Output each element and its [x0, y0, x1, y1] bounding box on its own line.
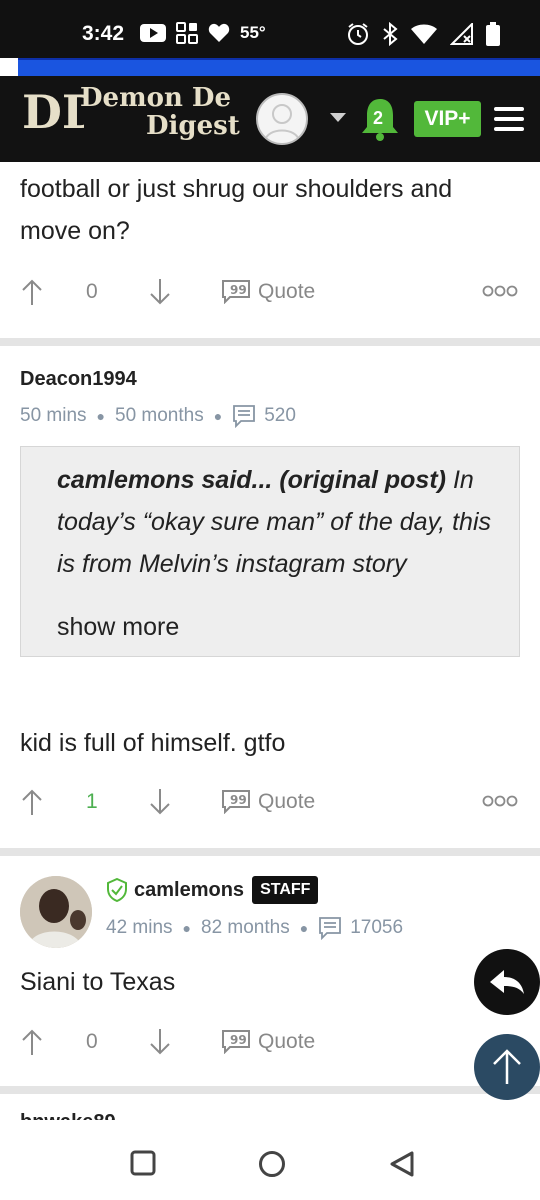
- upvote-arrow-icon[interactable]: [20, 788, 44, 816]
- status-right-icons: [346, 22, 500, 46]
- post-time: 42 mins: [106, 917, 173, 938]
- meta-dot: ●: [96, 408, 105, 424]
- vip-button[interactable]: VIP+: [414, 101, 481, 137]
- meta-dot: ●: [299, 920, 309, 936]
- author-photo-icon: [20, 876, 92, 948]
- status-left-icons: 55°: [140, 22, 266, 44]
- staff-badge: STAFF: [252, 876, 319, 904]
- post-1: football or just shrug our shoulders and…: [0, 162, 540, 338]
- quote-icon[interactable]: 99: [222, 1030, 250, 1054]
- post-author-row: camlemons STAFF: [134, 876, 319, 904]
- show-more-link[interactable]: show more: [57, 585, 491, 656]
- post-3: camlemons STAFF 42 mins ● 82 months ● 17…: [0, 856, 540, 1086]
- notification-count: 2: [373, 108, 384, 128]
- quote-button[interactable]: Quote: [258, 280, 315, 304]
- more-options-icon[interactable]: [482, 284, 518, 298]
- downvote-arrow-icon[interactable]: [148, 278, 172, 306]
- bluetooth-icon: [383, 22, 398, 46]
- post-count: 17056: [350, 917, 404, 938]
- post-body-2: kid is full of himself. gtfo: [20, 729, 286, 757]
- logo-letter-1: DD: [22, 85, 84, 139]
- quote-author[interactable]: camlemons said...: [57, 466, 272, 494]
- posts-count-icon: [319, 917, 342, 940]
- svg-text:99: 99: [230, 793, 247, 807]
- post-separator: [0, 848, 540, 856]
- post-body: football or just shrug our shoulders and…: [20, 175, 453, 245]
- site-name-line2: Digest: [146, 111, 240, 141]
- quote-text: camlemons said... (original post) In tod…: [57, 459, 491, 585]
- quote-icon[interactable]: 99: [222, 280, 250, 304]
- quote-button[interactable]: Quote: [258, 790, 315, 814]
- recent-apps-icon[interactable]: [130, 1150, 156, 1176]
- member-age: 82 months: [201, 917, 290, 938]
- post-actions: 0 99 Quote: [0, 274, 540, 314]
- heart-icon: [208, 23, 230, 42]
- post-count: 520: [264, 405, 296, 426]
- site-logo-mark[interactable]: DD: [20, 84, 84, 152]
- site-logo-text[interactable]: Demon De Digest: [80, 84, 240, 140]
- vote-count: 1: [86, 790, 98, 813]
- meta-dot: ●: [182, 920, 191, 936]
- temperature: 55°: [240, 23, 266, 42]
- post-separator: [0, 338, 540, 346]
- banner-strip: [18, 58, 540, 76]
- banner-edge: [0, 58, 18, 76]
- back-icon[interactable]: [388, 1150, 416, 1178]
- vote-count: 0: [86, 1030, 98, 1053]
- reply-button[interactable]: [474, 949, 540, 1015]
- posts-count-icon: [233, 405, 256, 428]
- vote-count: 0: [86, 280, 98, 303]
- post-body: Siani to Texas: [20, 968, 176, 996]
- downvote-arrow-icon[interactable]: [148, 1028, 172, 1056]
- quote-button[interactable]: Quote: [258, 1030, 315, 1054]
- arrow-up-icon: [493, 1049, 521, 1084]
- quoted-post[interactable]: camlemons said... (original post) In tod…: [20, 446, 520, 657]
- downvote-arrow-icon[interactable]: [148, 788, 172, 816]
- quote-tag: (original post): [279, 466, 446, 494]
- home-icon[interactable]: [258, 1150, 286, 1178]
- post-2: Deacon1994 50 mins ● 50 months ● 520 cam…: [0, 346, 540, 856]
- scroll-to-top-button[interactable]: [474, 1034, 540, 1100]
- upvote-arrow-icon[interactable]: [20, 1028, 44, 1056]
- author-avatar[interactable]: [20, 876, 92, 948]
- post-actions: 0 99 Quote: [0, 1024, 540, 1064]
- post-separator: [0, 1086, 540, 1094]
- hamburger-menu-icon[interactable]: [494, 105, 524, 133]
- battery-icon: [486, 22, 500, 46]
- svg-text:99: 99: [230, 1033, 247, 1047]
- default-avatar-icon: [264, 104, 300, 142]
- upvote-arrow-icon[interactable]: [20, 278, 44, 306]
- post-meta: 42 mins ● 82 months ● 17056: [106, 916, 403, 940]
- system-nav-bar: [0, 1120, 540, 1200]
- more-options-icon[interactable]: [482, 794, 518, 808]
- site-header: DD Demon De Digest 2 VIP+: [0, 76, 540, 162]
- svg-text:99: 99: [230, 283, 247, 297]
- notifications-button[interactable]: 2: [360, 96, 400, 142]
- verified-shield-icon: [107, 878, 127, 902]
- member-age: 50 months: [115, 405, 204, 426]
- wifi-icon: [411, 24, 437, 44]
- post-time: 50 mins: [20, 405, 87, 426]
- alarm-icon: [348, 23, 368, 45]
- post-username[interactable]: camlemons: [134, 879, 244, 902]
- youtube-icon: [140, 24, 166, 42]
- account-dropdown-caret-icon[interactable]: [330, 113, 346, 122]
- grid-app-icon: [176, 22, 198, 44]
- reply-arrow-icon: [490, 970, 524, 994]
- meta-dot: ●: [213, 408, 223, 424]
- signal-icon: [450, 23, 473, 45]
- site-name-line1: Demon De: [80, 83, 231, 113]
- status-time: 3:42: [82, 22, 125, 45]
- user-avatar[interactable]: [256, 93, 308, 145]
- post-username[interactable]: Deacon1994: [20, 368, 137, 391]
- post-meta: 50 mins ● 50 months ● 520: [20, 404, 296, 428]
- quote-icon[interactable]: 99: [222, 790, 250, 814]
- post-actions: 1 99 Quote: [0, 784, 540, 824]
